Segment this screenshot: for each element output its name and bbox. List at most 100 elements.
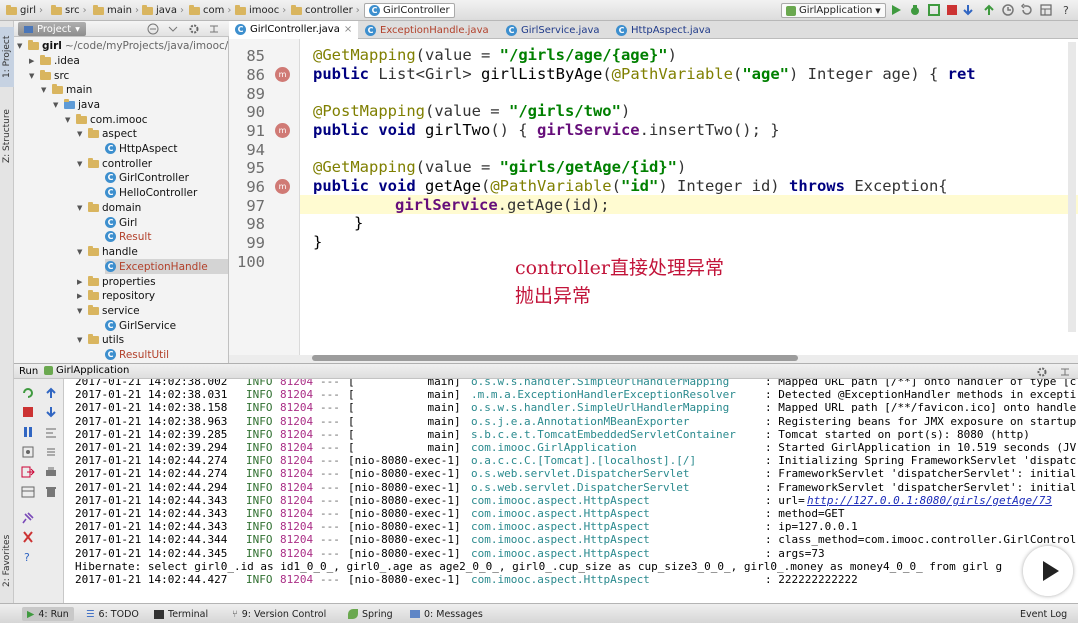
code-token: } (313, 233, 323, 251)
hide-panel-icon[interactable] (208, 23, 220, 35)
stop-icon[interactable] (21, 406, 35, 418)
tree-label: main (66, 83, 93, 96)
run-config-tab-label: GirlApplication (56, 365, 130, 376)
tab-girlcontroller[interactable]: C GirlController.java × (229, 21, 359, 39)
crumb-imooc[interactable]: imooc › (235, 3, 286, 18)
tree-item-girlservice[interactable]: C GirlService (105, 318, 176, 333)
tree-item-src[interactable]: ▼ src (29, 68, 69, 83)
pause-icon[interactable] (21, 426, 35, 438)
layout-icon[interactable] (21, 486, 35, 498)
tree-item-idea[interactable]: ▶ .idea (29, 53, 80, 68)
log-pid: 81204 (280, 546, 314, 560)
crumb-java[interactable]: java › (142, 3, 184, 18)
collapse-all-icon[interactable] (147, 23, 159, 35)
clear-all-icon[interactable] (44, 486, 58, 498)
tree-item-controller[interactable]: ▼ controller (77, 156, 152, 171)
tree-item-resultutil[interactable]: C ResultUtil (105, 347, 169, 362)
tree-item-aspect[interactable]: ▼ aspect (77, 126, 137, 141)
revert-icon[interactable] (1020, 3, 1034, 17)
structure-icon[interactable] (1039, 3, 1053, 17)
print-icon[interactable] (44, 466, 58, 478)
help-icon[interactable]: ? (21, 550, 35, 562)
tree-item-main[interactable]: ▼ main (41, 82, 92, 97)
soft-wrap-icon[interactable] (44, 426, 58, 438)
scroll-up-icon[interactable] (44, 387, 58, 399)
tree-item-girl[interactable]: C Girl (105, 215, 137, 230)
favorites-tool-tab[interactable]: 2: Favorites (0, 526, 14, 596)
log-thread: [nio-8080-exec-1] (348, 520, 461, 534)
request-mapping-marker-icon[interactable]: m (275, 67, 290, 82)
tree-item-utils[interactable]: ▼ utils (77, 332, 124, 347)
tree-item-properties[interactable]: ▶ properties (77, 274, 156, 289)
close-icon[interactable]: × (344, 24, 352, 35)
history-icon[interactable] (1001, 3, 1015, 17)
favorites-tab-label: 2: Favorites (2, 534, 12, 588)
stop-icon[interactable] (945, 3, 959, 17)
tab-exceptionhandle[interactable]: C ExceptionHandle.java (359, 21, 495, 39)
tree-item-httpaspect[interactable]: C HttpAspect (105, 141, 177, 156)
autoscroll-icon[interactable] (167, 23, 179, 35)
help-icon[interactable]: ? (1059, 3, 1073, 17)
close-icon[interactable] (21, 531, 35, 543)
crumb-girlcontroller[interactable]: C GirlController (364, 3, 455, 18)
exit-icon[interactable] (21, 466, 35, 478)
crumb-main[interactable]: main › (93, 3, 139, 18)
tab-girlservice[interactable]: C GirlService.java (500, 21, 606, 39)
code-token: @GetMapping (313, 46, 416, 64)
tree-item-exceptionhandle[interactable]: C ExceptionHandle (105, 259, 228, 274)
gear-icon[interactable] (188, 23, 200, 35)
run-tool-button[interactable]: ▶ 4: Run (22, 607, 74, 621)
coverage-icon[interactable] (927, 3, 941, 17)
request-mapping-marker-icon[interactable]: m (275, 123, 290, 138)
todo-tool-button[interactable]: ☰ 6: TODO (86, 607, 139, 621)
run-config-tab[interactable]: GirlApplication (44, 365, 129, 376)
project-view-select[interactable]: Project ▼ (18, 22, 86, 36)
event-log-button[interactable]: Event Log (1020, 607, 1067, 621)
crumb-com[interactable]: com › (189, 3, 231, 18)
video-play-button[interactable] (1023, 546, 1073, 596)
class-icon: C (616, 24, 627, 36)
tree-item-girlcontroller[interactable]: C GirlController (105, 170, 189, 185)
tree-item-hellocontroller[interactable]: C HelloController (105, 185, 197, 200)
dump-threads-icon[interactable] (21, 446, 35, 458)
structure-tool-tab[interactable]: Z: Structure (0, 101, 14, 171)
error-stripe[interactable] (1068, 42, 1076, 332)
project-tool-tab[interactable]: 1: Project (0, 27, 14, 87)
messages-tool-button[interactable]: 0: Messages (410, 607, 483, 621)
pin-icon[interactable] (21, 512, 35, 524)
tree-item-handle[interactable]: ▼ handle (77, 244, 138, 259)
tree-item-repository[interactable]: ▶ repository (77, 288, 155, 303)
log-date: 2017-01-21 14:02:38.158 (75, 401, 228, 415)
vcs-commit-icon[interactable] (982, 3, 996, 17)
tree-label: src (54, 69, 70, 82)
log-url-link[interactable]: http://127.0.0.1:8080/girls/getAge/73 (807, 494, 1052, 507)
tree-item-java[interactable]: ▼ java (53, 97, 100, 112)
run-icon[interactable] (889, 3, 903, 17)
request-mapping-marker-icon[interactable]: m (275, 179, 290, 194)
tree-item-service[interactable]: ▼ service (77, 303, 140, 318)
vcs-tool-button[interactable]: ⑂ 9: Version Control (232, 607, 326, 621)
navigation-bar: girl › src › main › java › com › imooc › contr… (0, 0, 1078, 21)
spring-tool-button[interactable]: Spring (348, 607, 393, 621)
terminal-tool-button[interactable]: Terminal (154, 607, 208, 621)
console-output[interactable]: 2017-01-21 14:02:38.002 INFO 81204 --- [ mai… (64, 379, 1078, 603)
rerun-icon[interactable] (21, 387, 35, 399)
log-date: 2017-01-21 14:02:38.963 (75, 414, 228, 428)
tab-httpaspect[interactable]: C HttpAspect.java (610, 21, 717, 39)
horizontal-scrollbar[interactable] (312, 355, 798, 361)
debug-icon[interactable] (908, 3, 922, 17)
scroll-to-end-icon[interactable] (44, 446, 58, 458)
tree-item-com-imooc[interactable]: ▼ com.imooc (65, 112, 148, 127)
tree-root-girl[interactable]: ▼ girl ~/code/myProjects/java/imooc/g (17, 38, 228, 53)
gear-icon[interactable] (1036, 366, 1048, 378)
crumb-src[interactable]: src › (51, 3, 87, 18)
crumb-girl[interactable]: girl › (6, 3, 43, 18)
vcs-update-icon[interactable] (961, 3, 975, 17)
tree-item-result[interactable]: C Result (105, 229, 151, 244)
run-config-select[interactable]: GirlApplication ▼ (781, 3, 886, 18)
log-level: INFO (246, 480, 273, 494)
crumb-controller[interactable]: controller › (291, 3, 360, 18)
tree-item-domain[interactable]: ▼ domain (77, 200, 141, 215)
scroll-down-icon[interactable] (44, 406, 58, 418)
hide-panel-icon[interactable] (1059, 366, 1071, 378)
